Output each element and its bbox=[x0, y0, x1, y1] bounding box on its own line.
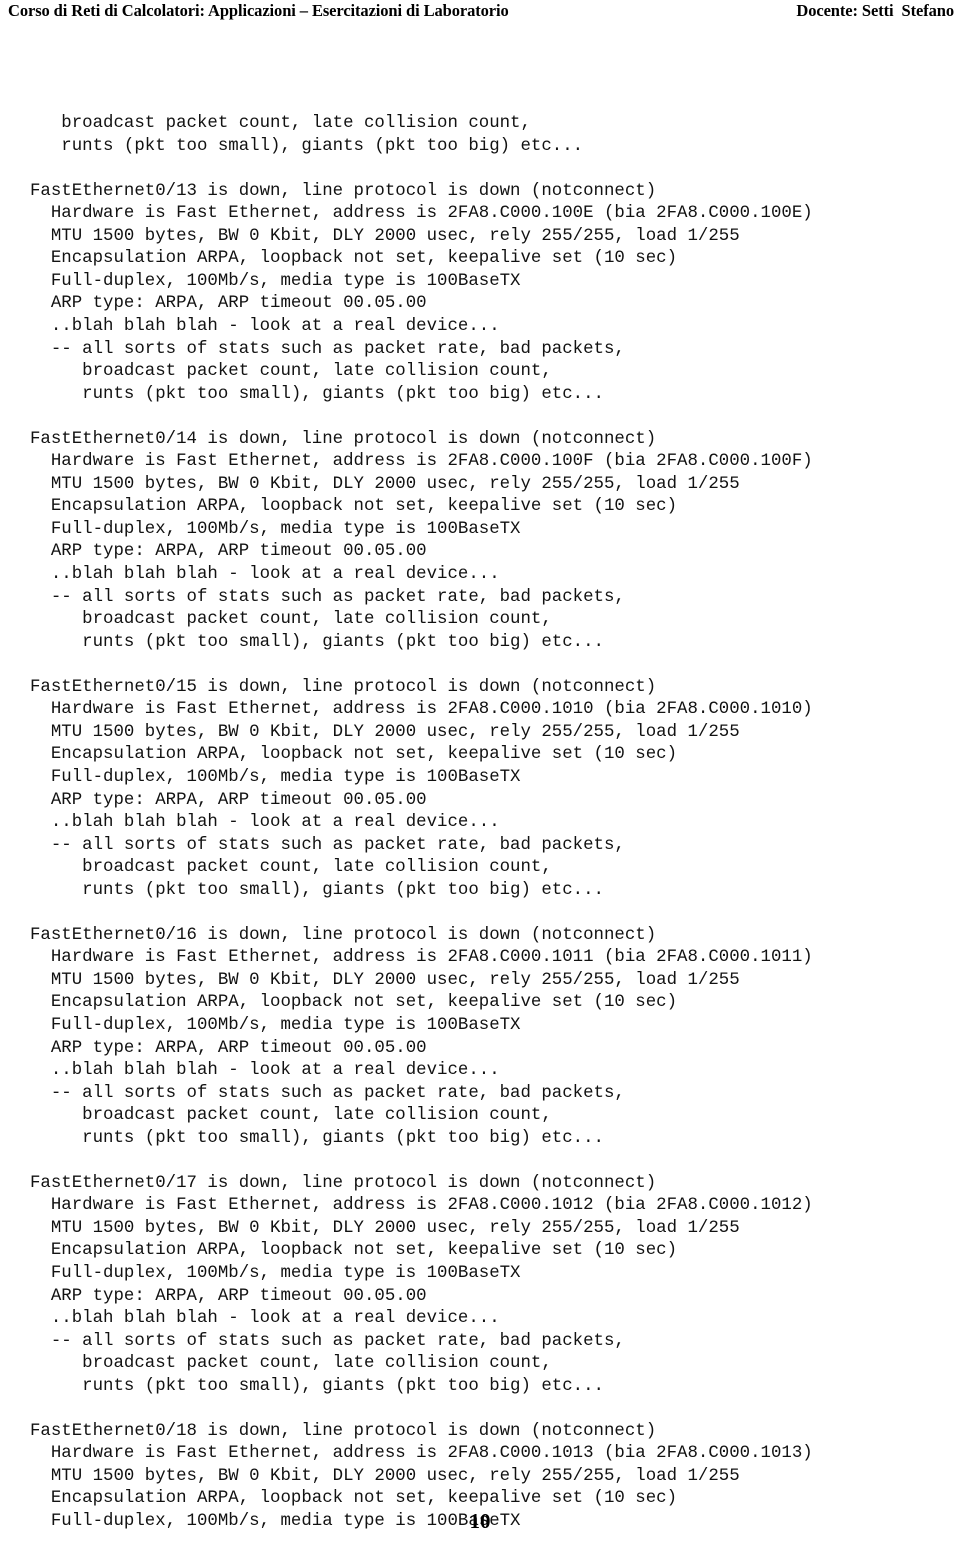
interface-detail-line: runts (pkt too small), giants (pkt too b… bbox=[30, 1128, 604, 1148]
interface-block-fa0-17: FastEthernet0/17 is down, line protocol … bbox=[30, 1173, 942, 1398]
console-text-container: broadcast packet count, late collision c… bbox=[30, 113, 942, 1533]
interface-detail-line: Hardware is Fast Ethernet, address is 2F… bbox=[30, 452, 813, 472]
interface-detail-line: Full-duplex, 100Mb/s, media type is 100B… bbox=[30, 519, 521, 539]
interface-detail-line: Full-duplex, 100Mb/s, media type is 100B… bbox=[30, 1015, 521, 1035]
console-continuation-line: runts (pkt too small), giants (pkt too b… bbox=[30, 136, 584, 156]
interface-detail-line: Encapsulation ARPA, loopback not set, ke… bbox=[30, 993, 678, 1013]
interface-block-fa0-13: FastEthernet0/13 is down, line protocol … bbox=[30, 181, 942, 406]
console-continuation-line: broadcast packet count, late collision c… bbox=[30, 114, 531, 134]
interface-detail-line: ARP type: ARPA, ARP timeout 00.05.00 bbox=[30, 1286, 427, 1306]
interface-detail-line: ARP type: ARPA, ARP timeout 00.05.00 bbox=[30, 790, 427, 810]
interface-detail-line: Encapsulation ARPA, loopback not set, ke… bbox=[30, 497, 678, 517]
interface-status-line: FastEthernet0/17 is down, line protocol … bbox=[30, 1173, 657, 1193]
interface-detail-line: ..blah blah blah - look at a real device… bbox=[30, 565, 500, 585]
interface-detail-line: Full-duplex, 100Mb/s, media type is 100B… bbox=[30, 1263, 521, 1283]
interface-status-line: FastEthernet0/16 is down, line protocol … bbox=[30, 925, 657, 945]
interface-detail-line: runts (pkt too small), giants (pkt too b… bbox=[30, 632, 604, 652]
interface-detail-line: Encapsulation ARPA, loopback not set, ke… bbox=[30, 249, 678, 269]
interface-detail-line: Full-duplex, 100Mb/s, media type is 100B… bbox=[30, 271, 521, 291]
interface-detail-line: Full-duplex, 100Mb/s, media type is 100B… bbox=[30, 767, 521, 787]
interface-detail-line: Hardware is Fast Ethernet, address is 2F… bbox=[30, 948, 813, 968]
interface-detail-line: ARP type: ARPA, ARP timeout 00.05.00 bbox=[30, 542, 427, 562]
interface-detail-line: MTU 1500 bytes, BW 0 Kbit, DLY 2000 usec… bbox=[30, 970, 740, 990]
interface-detail-line: ..blah blah blah - look at a real device… bbox=[30, 1309, 500, 1329]
interface-detail-line: Hardware is Fast Ethernet, address is 2F… bbox=[30, 1196, 813, 1216]
interface-detail-line: ..blah blah blah - look at a real device… bbox=[30, 1061, 500, 1081]
interface-detail-line: broadcast packet count, late collision c… bbox=[30, 610, 552, 630]
interface-block-fa0-15: FastEthernet0/15 is down, line protocol … bbox=[30, 677, 942, 902]
interface-detail-line: -- all sorts of stats such as packet rat… bbox=[30, 1083, 625, 1103]
interface-detail-line: MTU 1500 bytes, BW 0 Kbit, DLY 2000 usec… bbox=[30, 474, 740, 494]
interface-detail-line: ARP type: ARPA, ARP timeout 00.05.00 bbox=[30, 1038, 427, 1058]
interface-detail-line: broadcast packet count, late collision c… bbox=[30, 1106, 552, 1126]
course-title: Corso di Reti di Calcolatori: Applicazio… bbox=[8, 1, 509, 20]
interface-status-line: FastEthernet0/14 is down, line protocol … bbox=[30, 429, 657, 449]
instructor-name: Docente: Setti Stefano bbox=[796, 1, 954, 20]
interface-detail-line: MTU 1500 bytes, BW 0 Kbit, DLY 2000 usec… bbox=[30, 1466, 740, 1486]
interface-detail-line: Hardware is Fast Ethernet, address is 2F… bbox=[30, 1444, 813, 1464]
interface-block-fa0-14: FastEthernet0/14 is down, line protocol … bbox=[30, 429, 942, 654]
console-output: broadcast packet count, late collision c… bbox=[30, 68, 942, 1556]
interface-detail-line: ..blah blah blah - look at a real device… bbox=[30, 813, 500, 833]
interface-block-fa0-16: FastEthernet0/16 is down, line protocol … bbox=[30, 925, 942, 1150]
interface-detail-line: runts (pkt too small), giants (pkt too b… bbox=[30, 384, 604, 404]
interface-detail-line: ..blah blah blah - look at a real device… bbox=[30, 317, 500, 337]
interface-detail-line: broadcast packet count, late collision c… bbox=[30, 1354, 552, 1374]
interface-detail-line: Hardware is Fast Ethernet, address is 2F… bbox=[30, 204, 813, 224]
interface-status-line: FastEthernet0/15 is down, line protocol … bbox=[30, 677, 657, 697]
interface-detail-line: MTU 1500 bytes, BW 0 Kbit, DLY 2000 usec… bbox=[30, 722, 740, 742]
interface-detail-line: -- all sorts of stats such as packet rat… bbox=[30, 1331, 625, 1351]
page-header: Corso di Reti di Calcolatori: Applicazio… bbox=[0, 0, 960, 30]
interface-detail-line: -- all sorts of stats such as packet rat… bbox=[30, 835, 625, 855]
interface-status-line: FastEthernet0/18 is down, line protocol … bbox=[30, 1421, 657, 1441]
interface-detail-line: broadcast packet count, late collision c… bbox=[30, 858, 552, 878]
interface-detail-line: MTU 1500 bytes, BW 0 Kbit, DLY 2000 usec… bbox=[30, 1218, 740, 1238]
interface-detail-line: -- all sorts of stats such as packet rat… bbox=[30, 587, 625, 607]
interface-detail-line: broadcast packet count, late collision c… bbox=[30, 362, 552, 382]
interface-detail-line: Encapsulation ARPA, loopback not set, ke… bbox=[30, 745, 678, 765]
interface-detail-line: runts (pkt too small), giants (pkt too b… bbox=[30, 1376, 604, 1396]
interface-detail-line: -- all sorts of stats such as packet rat… bbox=[30, 339, 625, 359]
page-number: 10 bbox=[469, 1509, 491, 1533]
interface-detail-line: ARP type: ARPA, ARP timeout 00.05.00 bbox=[30, 294, 427, 314]
interface-detail-line: Encapsulation ARPA, loopback not set, ke… bbox=[30, 1241, 678, 1261]
interface-detail-line: Hardware is Fast Ethernet, address is 2F… bbox=[30, 700, 813, 720]
interface-detail-line: runts (pkt too small), giants (pkt too b… bbox=[30, 880, 604, 900]
interface-status-line: FastEthernet0/13 is down, line protocol … bbox=[30, 181, 657, 201]
interface-detail-line: MTU 1500 bytes, BW 0 Kbit, DLY 2000 usec… bbox=[30, 226, 740, 246]
